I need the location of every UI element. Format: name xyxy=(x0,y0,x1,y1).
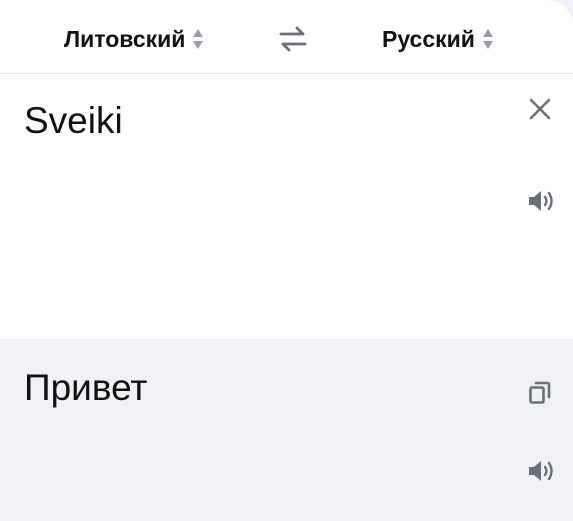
speaker-icon xyxy=(529,191,553,211)
swap-languages-button[interactable] xyxy=(278,24,308,54)
source-language-selector[interactable]: Литовский xyxy=(64,24,204,54)
language-bar: Литовский Русский xyxy=(0,0,573,74)
clear-button[interactable] xyxy=(526,95,554,123)
speaker-icon xyxy=(529,461,553,481)
translator-app: Литовский Русский Sveiki Привет xyxy=(0,0,573,521)
source-language-label: Литовский xyxy=(64,25,186,52)
copy-button[interactable] xyxy=(528,379,552,405)
translation-result: Привет xyxy=(24,367,148,408)
source-panel: Литовский Русский Sveiki xyxy=(0,0,573,339)
result-speak-button[interactable] xyxy=(527,459,555,483)
target-language-selector[interactable]: Русский xyxy=(382,24,494,54)
source-speak-button[interactable] xyxy=(527,189,555,213)
source-text-input[interactable]: Sveiki xyxy=(24,100,123,142)
sort-updown-icon xyxy=(192,28,204,50)
sort-updown-icon xyxy=(482,28,494,50)
close-icon xyxy=(529,98,551,120)
target-language-label: Русский xyxy=(382,25,475,52)
swap-arrows-icon xyxy=(279,26,307,52)
copy-icon xyxy=(529,381,551,404)
